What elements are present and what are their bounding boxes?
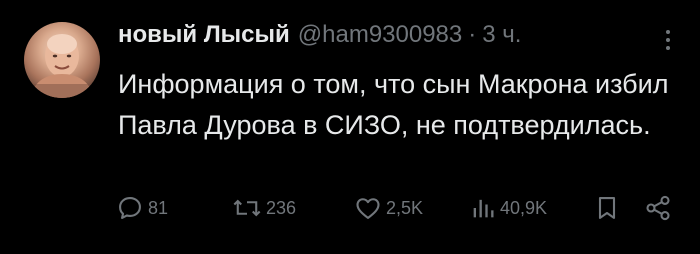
like-count: 2,5K [386,197,424,218]
timestamp[interactable]: 3 ч. [482,21,521,49]
author-name[interactable]: новый Лысый [118,21,290,49]
repost-button[interactable]: 236 [232,190,296,226]
reply-icon [119,197,141,219]
reply-count: 81 [148,197,169,218]
reply-button[interactable]: 81 [116,190,168,226]
tweet-header: новый Лысый @ham9300983 · 3 ч. [118,21,521,49]
more-vertical-icon[interactable] [664,28,672,52]
author-handle[interactable]: @ham9300983 [298,21,462,49]
views-button[interactable]: 40,9K [470,190,547,226]
bookmark-button[interactable] [594,190,620,226]
repost-count: 236 [266,197,297,218]
like-button[interactable]: 2,5K [354,190,423,226]
tweet-text: Информация о том, что сын Макрона избил … [118,69,669,140]
bookmark-icon [598,197,616,219]
share-button[interactable] [644,190,672,226]
tweet[interactable]: новый Лысый @ham9300983 · 3 ч. Информаци… [0,0,700,254]
avatar-image [24,34,100,98]
avatar[interactable] [24,22,100,98]
view-count: 40,9K [500,197,548,218]
views-icon [473,199,494,218]
share-icon [646,195,670,221]
separator-dot: · [468,21,477,48]
repost-icon [233,199,261,217]
action-bar: 81 236 2,5K 40,9K [0,190,700,230]
heart-icon [356,198,380,219]
